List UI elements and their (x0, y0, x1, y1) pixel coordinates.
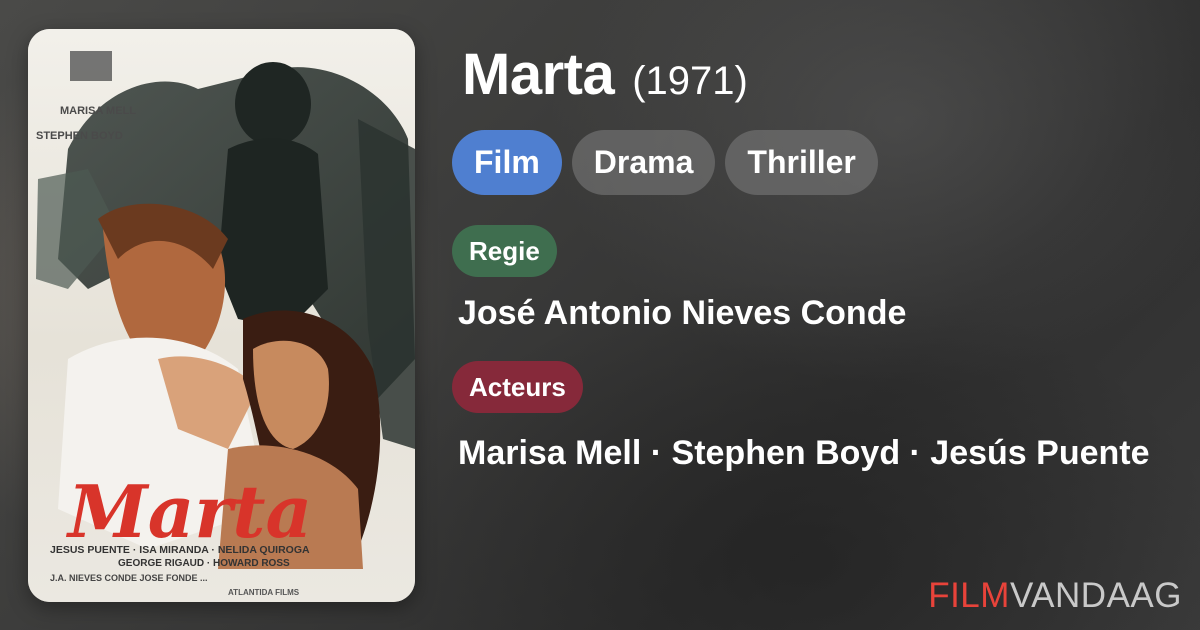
poster-credit-2: STEPHEN BOYD (36, 130, 123, 142)
genre-chip-film[interactable]: Film (452, 130, 562, 195)
brand-part-film: FILM (928, 576, 1010, 615)
regie-label: Regie (452, 225, 557, 277)
actor-names: Marisa Mell · Stephen Boyd · Jesús Puent… (458, 434, 1150, 472)
poster-illustration: MARISA MELL STEPHEN BOYD Marta JESUS PUE… (28, 29, 415, 602)
acteurs-label: Acteurs (452, 361, 583, 413)
studio-logo (70, 51, 112, 81)
movie-title: Marta (462, 42, 615, 107)
poster-credits: J.A. NIEVES CONDE JOSE FONDE ... (50, 573, 208, 583)
movie-poster: MARISA MELL STEPHEN BOYD Marta JESUS PUE… (28, 29, 415, 602)
poster-title: Marta (65, 469, 312, 554)
poster-credit-1: MARISA MELL (60, 105, 136, 117)
poster-cast-2: GEORGE RIGAUD · HOWARD ROSS (118, 558, 290, 569)
brand-logo: FILMVANDAAG (928, 576, 1182, 616)
poster-cast-1: JESUS PUENTE · ISA MIRANDA · NELIDA QUIR… (50, 544, 310, 556)
genre-chip-thriller[interactable]: Thriller (725, 130, 878, 195)
brand-part-vandaag: VANDAAG (1009, 576, 1182, 615)
genre-chip-drama[interactable]: Drama (571, 130, 716, 195)
poster-studio: ATLANTIDA FILMS (228, 588, 300, 597)
title-row: Marta (1971) (462, 40, 748, 110)
director-names: José Antonio Nieves Conde (458, 294, 907, 332)
genre-list: Film Drama Thriller (452, 130, 878, 195)
movie-year: (1971) (632, 59, 748, 103)
